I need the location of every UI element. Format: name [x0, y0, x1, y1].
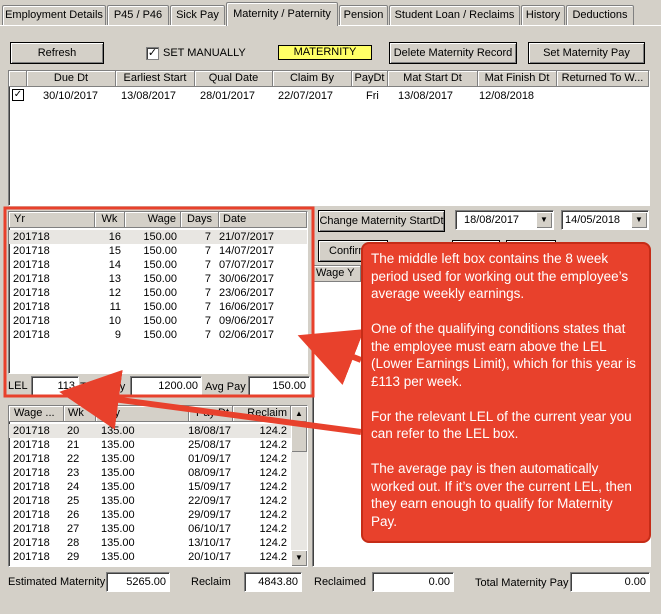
callout-paragraph: The average pay is then automatically wo…: [371, 461, 632, 529]
callout-paragraph: One of the qualifying conditions states …: [371, 321, 636, 389]
arrow-to-grid: [297, 329, 365, 386]
callout-paragraph: The middle left box contains the 8 week …: [371, 251, 629, 301]
arrow-to-lel: [59, 370, 362, 435]
tab-maternity-paternity[interactable]: Maternity / Paternity: [226, 2, 338, 26]
explanation-callout: The middle left box contains the 8 week …: [361, 242, 651, 543]
highlight-box: [3, 206, 315, 398]
callout-paragraph: For the relevant LEL of the current year…: [371, 408, 632, 442]
